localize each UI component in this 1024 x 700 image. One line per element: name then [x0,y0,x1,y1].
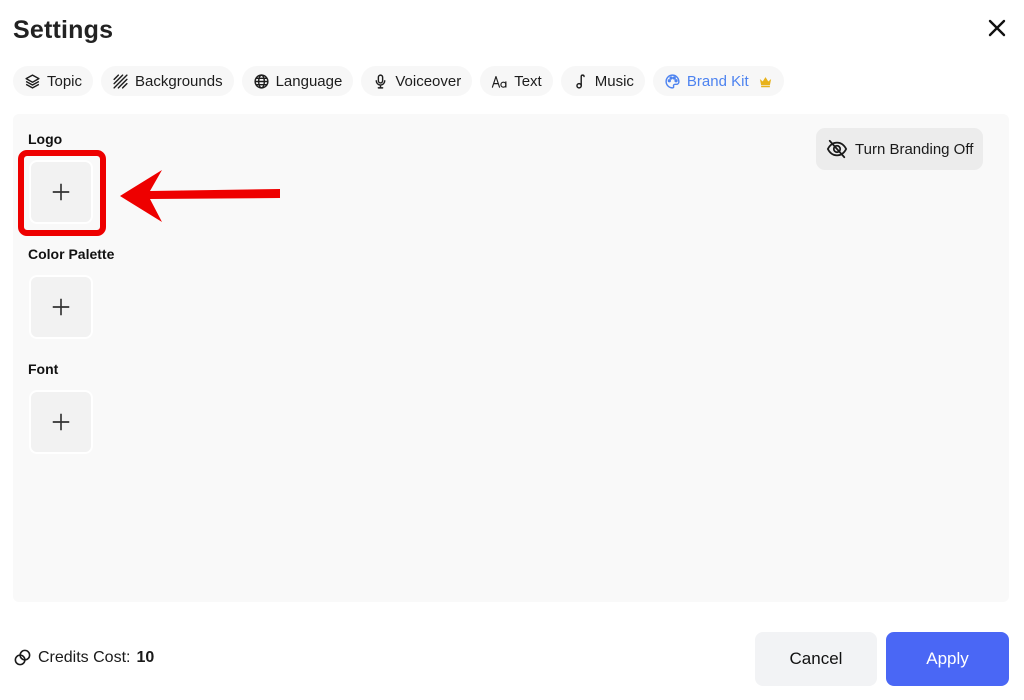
tab-music[interactable]: Music [560,66,645,96]
close-icon[interactable] [985,16,1009,40]
microphone-icon [375,73,386,89]
music-note-icon [575,73,585,89]
tab-topic[interactable]: Topic [13,66,94,96]
plus-icon [52,298,70,316]
tab-label: Backgrounds [135,72,223,90]
tab-label: Topic [47,72,83,90]
tab-brand-kit[interactable]: Brand Kit [652,66,784,96]
tab-language[interactable]: Language [241,66,354,96]
font-label: Font [28,361,59,377]
apply-button[interactable]: Apply [886,632,1009,686]
eye-off-icon [826,139,848,159]
globe-icon [254,73,269,89]
tab-label: Language [275,72,343,90]
crown-icon [759,76,771,87]
tab-text[interactable]: Text [480,66,553,96]
add-font-button[interactable] [29,390,93,454]
add-color-palette-button[interactable] [29,275,93,339]
brand-kit-panel: Logo Color Palette Font Turn Branding Of… [13,114,1009,602]
settings-tabs: Topic Backgrounds Language Voiceover Tex… [13,66,784,96]
credits-label: Credits Cost: [38,648,131,666]
logo-label: Logo [28,131,63,147]
branding-toggle-label: Turn Branding Off [855,140,974,158]
hatch-pattern-icon [113,73,128,89]
tab-label: Brand Kit [686,72,749,90]
layers-icon [25,73,40,89]
tab-label: Music [594,72,634,90]
tab-label: Text [514,72,542,90]
tab-backgrounds[interactable]: Backgrounds [101,66,234,96]
tab-voiceover[interactable]: Voiceover [361,66,473,96]
tab-label: Voiceover [395,72,462,90]
credits-value: 10 [136,648,155,666]
turn-branding-off-button[interactable]: Turn Branding Off [816,128,984,170]
color-palette-label: Color Palette [28,246,115,262]
text-aa-icon [492,75,507,88]
plus-icon [52,413,70,431]
cancel-button[interactable]: Cancel [755,632,877,686]
palette-icon [665,73,680,89]
page-title: Settings [13,16,114,44]
plus-icon [52,183,70,201]
credits-coins-icon [14,649,31,666]
add-logo-button[interactable] [29,160,93,224]
credits-cost: Credits Cost: 10 [13,648,154,667]
